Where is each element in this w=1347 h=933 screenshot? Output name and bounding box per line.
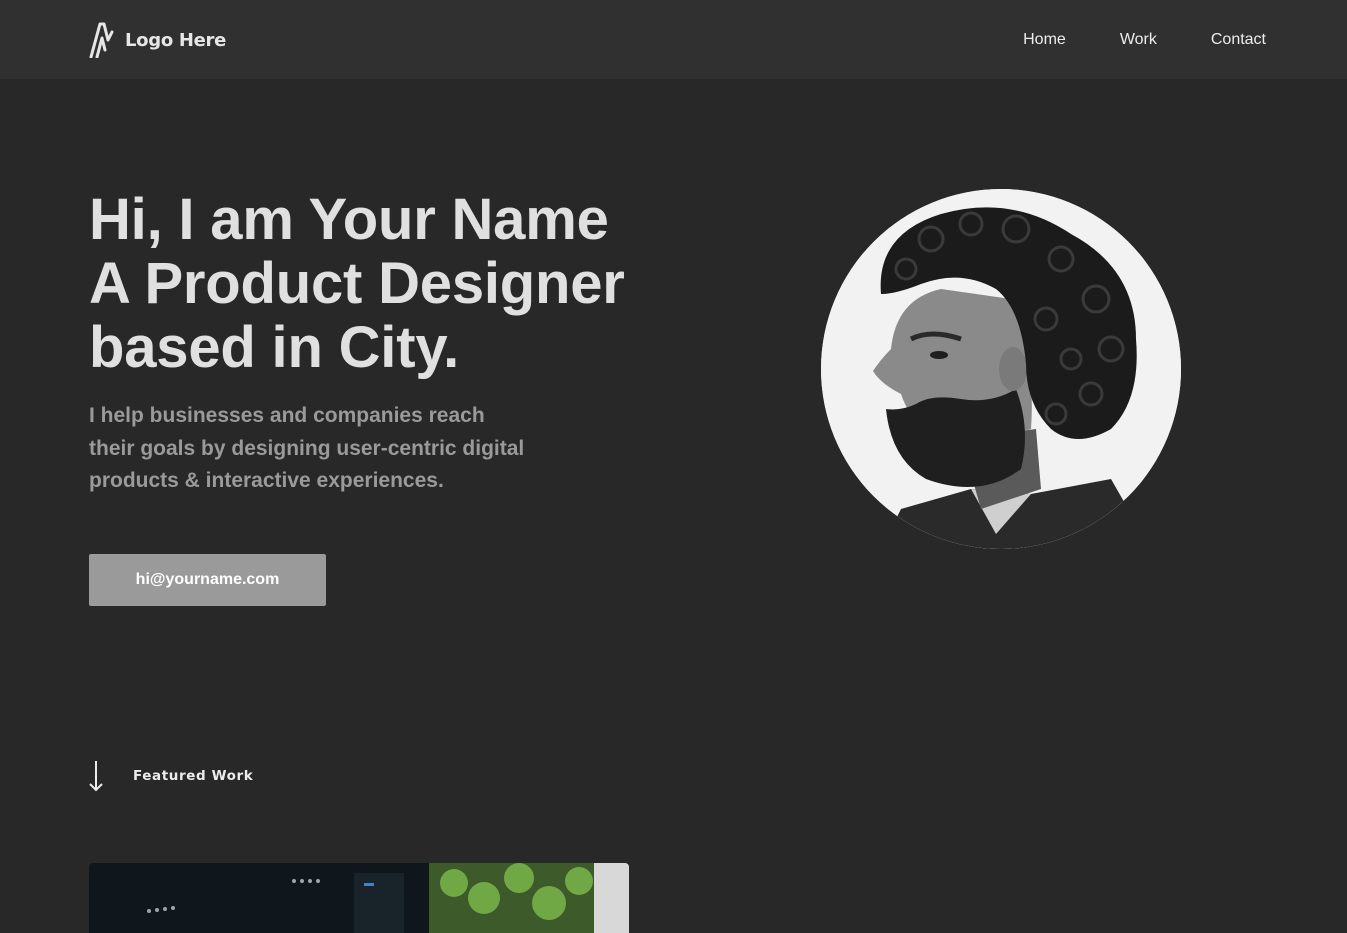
portrait-illustration <box>821 189 1181 549</box>
featured-work-heading: Featured Work <box>89 760 253 792</box>
nav-work-link[interactable]: Work <box>1120 31 1157 49</box>
nav-contact-link[interactable]: Contact <box>1211 31 1266 49</box>
subtext-line: I help businesses and companies reach <box>89 404 485 427</box>
site-header: Logo Here Home Work Contact <box>0 0 1347 79</box>
hero-subtext: I help businesses and companies reach th… <box>89 400 569 498</box>
work-thumbnail-image <box>89 863 629 933</box>
profile-portrait <box>821 189 1181 549</box>
headline-line: Hi, I am Your Name <box>89 187 609 252</box>
zigzag-logo-icon <box>89 22 114 58</box>
hero-headline: Hi, I am Your Name A Product Designer ba… <box>89 188 689 380</box>
email-button[interactable]: hi@yourname.com <box>89 554 326 606</box>
arrow-down-icon <box>89 761 103 792</box>
featured-work-label: Featured Work <box>133 768 254 784</box>
headline-line: based in City. <box>89 315 459 380</box>
work-thumbnail[interactable] <box>89 863 629 933</box>
subtext-line: their goals by designing user-centric di… <box>89 436 525 460</box>
logo-text: Logo Here <box>125 29 227 51</box>
logo[interactable]: Logo Here <box>89 22 226 58</box>
nav-home-link[interactable]: Home <box>1023 31 1066 49</box>
subtext-line: products & interactive experiences. <box>89 469 444 492</box>
headline-line: A Product Designer <box>89 251 625 316</box>
main-nav: Home Work Contact <box>969 31 1266 49</box>
